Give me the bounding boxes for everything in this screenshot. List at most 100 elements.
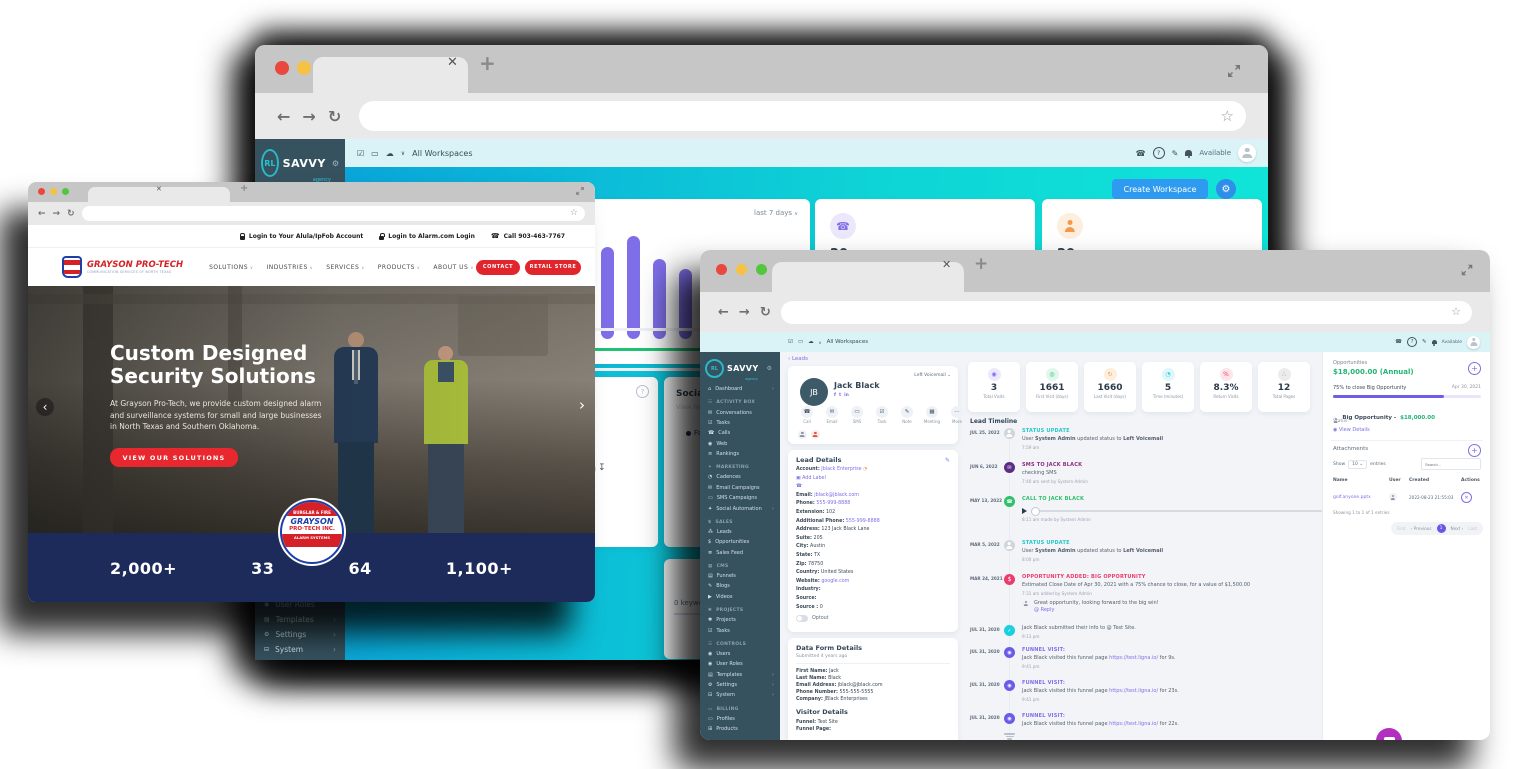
sms-button[interactable]: ▭SMS [846, 406, 868, 424]
sidebar-item-system[interactable]: ⊟ System › [255, 642, 345, 657]
sidebar-item-profiles[interactable]: ▭Profiles [700, 714, 780, 724]
alula-login-link[interactable]: Login to Your Alula/IpFob Account [240, 233, 363, 240]
pagination-page-1[interactable]: 1 [1437, 524, 1446, 533]
back-icon[interactable]: ← [277, 107, 290, 126]
help-icon[interactable]: ? [1407, 337, 1417, 347]
phone-icon[interactable]: ☎ [1136, 149, 1146, 158]
retail-store-button[interactable]: RETAIL STORE [525, 260, 581, 275]
upload-icon[interactable]: ☁ [808, 339, 814, 345]
attachment-file-link[interactable]: golf.anyone.pptx [1333, 495, 1389, 500]
back-icon[interactable]: ← [38, 209, 46, 219]
reload-icon[interactable]: ↻ [67, 209, 75, 219]
call-link[interactable]: ☎ Call 903-463-7767 [491, 232, 565, 240]
sidebar-item-web[interactable]: ◉Web [700, 439, 780, 449]
url-bar[interactable]: ☆ [359, 101, 1246, 131]
forward-icon[interactable]: → [302, 107, 315, 126]
phone-icon[interactable]: ☎ [1395, 339, 1402, 345]
back-to-leads-link[interactable]: ‹ Leads [788, 356, 808, 362]
zoom-window-button[interactable] [62, 188, 69, 195]
owner-icon[interactable] [798, 430, 807, 439]
attachment-search-input[interactable] [1421, 458, 1481, 470]
timeline-title-funnel[interactable]: FUNNEL VISIT: [1022, 647, 1176, 653]
avatar[interactable] [1238, 144, 1256, 162]
close-window-button[interactable] [275, 61, 289, 75]
view-details-link[interactable]: ◉ View Details [1333, 427, 1370, 433]
close-tab-icon[interactable]: ✕ [156, 185, 162, 193]
date-range-dropdown[interactable]: last 7 days ∨ [754, 209, 798, 217]
workspace-settings-button[interactable]: ⚙ [1216, 179, 1236, 199]
sidebar-item-settings[interactable]: ⚙ Settings › [255, 627, 345, 642]
pagination-first[interactable]: First [1397, 526, 1406, 531]
note-button[interactable]: ✎Note [896, 406, 918, 424]
funnel-url-link[interactable]: https://test.ligna.io/ [1109, 688, 1158, 694]
workspace-selector[interactable]: All Workspaces [412, 149, 472, 158]
sidebar-item-templates[interactable]: ▤Templates› [700, 670, 780, 680]
timeline-title-funnel[interactable]: FUNNEL VISIT: [1022, 680, 1179, 686]
reload-icon[interactable]: ↻ [760, 305, 771, 320]
browser-tab[interactable] [313, 57, 468, 93]
sidebar-item-sales-feed[interactable]: ≣Sales Feed [700, 548, 780, 558]
chevron-down-icon[interactable]: ∨ [819, 340, 822, 345]
sidebar-item-opportunities[interactable]: $Opportunities [700, 537, 780, 547]
email-button[interactable]: ✉Email [821, 406, 843, 424]
timeline-title-opportunity[interactable]: OPPORTUNITY ADDED: BIG OPPORTUNITY [1022, 574, 1250, 580]
bell-icon[interactable] [1185, 150, 1192, 156]
help-icon[interactable]: ? [636, 385, 649, 398]
new-tab-button[interactable]: + [974, 254, 988, 274]
close-window-button[interactable] [716, 264, 727, 275]
nav-products[interactable]: PRODUCTS∨ [378, 264, 421, 271]
sidebar-item-cadences[interactable]: ◔Cadences [700, 472, 780, 482]
nav-services[interactable]: SERVICES∨ [326, 264, 365, 271]
availability-status[interactable]: Available [1442, 340, 1462, 345]
chevron-down-icon[interactable]: ∨ [401, 150, 405, 157]
timeline-more-icon[interactable] [1004, 732, 1015, 740]
sidebar-item-videos[interactable]: ▶Videos [700, 592, 780, 602]
timeline-title-funnel[interactable]: FUNNEL VISIT: [1022, 713, 1179, 719]
forward-icon[interactable]: → [53, 209, 61, 219]
opportunity-name[interactable]: Big Opportunity - [1342, 415, 1396, 421]
back-icon[interactable]: ← [718, 305, 729, 320]
add-attachment-button[interactable]: + [1468, 444, 1481, 457]
alarm-login-link[interactable]: Login to Alarm.com Login [379, 233, 475, 240]
upload-icon[interactable]: ☁ [386, 149, 394, 158]
funnel-url-link[interactable]: https://test.ligna.io/ [1109, 655, 1158, 661]
bookmark-star-icon[interactable]: ☆ [570, 208, 578, 218]
pagination-next[interactable]: Next › [1451, 526, 1464, 531]
availability-status[interactable]: Available [1199, 149, 1231, 157]
nav-industries[interactable]: INDUSTRIES∨ [266, 264, 313, 271]
remove-attachment-button[interactable]: ✕ [1461, 492, 1472, 503]
browser-tab[interactable] [772, 262, 964, 292]
twitter-icon[interactable]: t [839, 393, 841, 398]
sidebar-item-leads[interactable]: ⁂Leads [700, 527, 780, 537]
funnel-url-link[interactable]: https://test.ligna.io/ [1109, 721, 1158, 727]
nav-solutions[interactable]: SOLUTIONS∨ [209, 264, 253, 271]
expand-icon[interactable] [1460, 263, 1474, 277]
website-link[interactable]: google.com [821, 579, 849, 584]
bell-icon[interactable] [1432, 340, 1437, 344]
optout-toggle[interactable] [796, 615, 808, 622]
sidebar-item-user-roles[interactable]: ◉User Roles [700, 659, 780, 669]
lead-status-dropdown[interactable]: Left Voicemail ⌄ [914, 373, 951, 378]
view-solutions-button[interactable]: VIEW OUR SOLUTIONS [110, 448, 238, 467]
timeline-title-status[interactable]: STATUS UPDATE [1022, 428, 1163, 434]
call-button[interactable]: ☎Call [796, 406, 818, 424]
page-size-select[interactable]: 10 ⌄ [1348, 460, 1367, 469]
dialer-icon[interactable]: ☎ [796, 483, 950, 492]
carousel-next-button[interactable]: › [579, 396, 585, 414]
gear-icon[interactable]: ⚙ [332, 159, 339, 168]
expand-icon[interactable] [575, 186, 585, 196]
col-created[interactable]: Created [1409, 478, 1461, 483]
task-button[interactable]: ☑Task [871, 406, 893, 424]
sidebar-item-users[interactable]: ◉Users [700, 649, 780, 659]
edit-icon[interactable]: ✎ [945, 457, 950, 464]
sidebar-item-dashboard[interactable]: ⌂ Dashboard › [700, 384, 780, 394]
sidebar-item-settings[interactable]: ⚙Settings› [700, 680, 780, 690]
sidebar-item-funnels[interactable]: ▤Funnels [700, 571, 780, 581]
phone-link[interactable]: 555-999-8888 [816, 501, 850, 506]
flag-icon[interactable] [811, 430, 820, 439]
timeline-title-sms[interactable]: SMS TO JACK BLACK [1022, 462, 1088, 468]
sidebar-item-sms-campaigns[interactable]: ▭SMS Campaigns [700, 493, 780, 503]
timeline-title-status[interactable]: STATUS UPDATE [1022, 540, 1163, 546]
gear-icon[interactable]: ⚙ [767, 365, 772, 372]
folder-icon[interactable]: ▭ [798, 339, 803, 345]
